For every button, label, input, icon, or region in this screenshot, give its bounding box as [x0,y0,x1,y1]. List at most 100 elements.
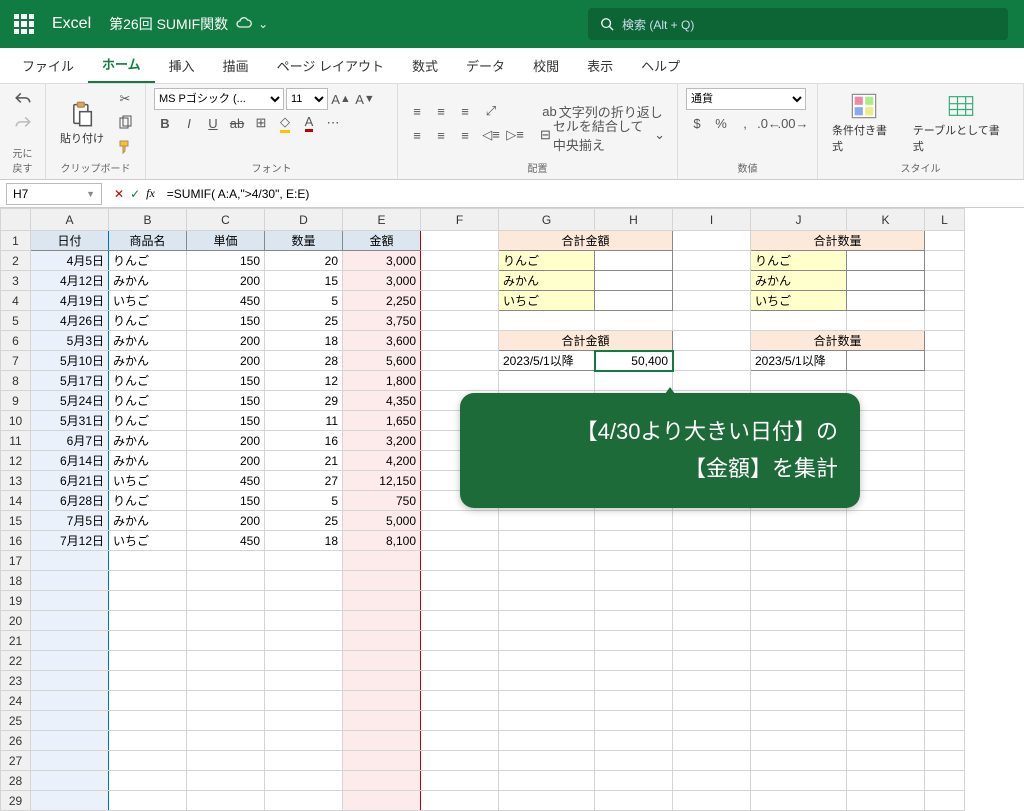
cell[interactable] [109,711,187,731]
cell[interactable]: 450 [187,471,265,491]
cell[interactable]: 150 [187,491,265,511]
document-name[interactable]: 第26回 SUMIF関数 [109,14,228,34]
cell[interactable]: りんご [109,371,187,391]
cell[interactable] [673,251,751,271]
cell[interactable] [751,611,847,631]
cell[interactable] [187,751,265,771]
cell[interactable] [847,611,925,631]
cell[interactable] [847,731,925,751]
cell[interactable]: 750 [343,491,421,511]
paste-button[interactable]: 貼り付け [54,96,110,150]
cell[interactable] [109,651,187,671]
tab-描画[interactable]: 描画 [209,48,263,83]
spreadsheet-grid[interactable]: ABCDEFGHIJKL1日付商品名単価数量金額合計金額合計数量24月5日りんご… [0,208,1024,811]
cell[interactable] [595,771,673,791]
format-as-table-button[interactable]: テーブルとして書式 [907,88,1015,158]
align-left-button[interactable]: ≡ [406,124,428,146]
cell[interactable]: 200 [187,331,265,351]
cell[interactable] [109,571,187,591]
tab-ページ レイアウト[interactable]: ページ レイアウト [263,48,398,83]
tab-校閲[interactable]: 校閲 [519,48,573,83]
row-header-6[interactable]: 6 [1,331,31,351]
cell[interactable] [847,751,925,771]
decrease-decimal-button[interactable]: .00→ [782,112,804,134]
cell[interactable] [421,231,499,251]
cell[interactable] [673,691,751,711]
cell[interactable]: 29 [265,391,343,411]
cell[interactable] [421,291,499,311]
cancel-formula-button[interactable]: ✕ [114,187,124,201]
cell[interactable]: りんご [751,251,847,271]
cell[interactable] [265,591,343,611]
cell[interactable] [595,271,673,291]
cell[interactable]: 5 [265,291,343,311]
strikethrough-button[interactable]: ab [226,112,248,134]
active-cell[interactable]: 50,400 [595,351,673,371]
cell[interactable] [595,751,673,771]
row-header-2[interactable]: 2 [1,251,31,271]
cell[interactable] [751,791,847,811]
cell[interactable] [847,271,925,291]
align-middle-button[interactable]: ≡ [430,100,452,122]
cell[interactable] [499,691,595,711]
cell[interactable] [847,571,925,591]
cell[interactable]: みかん [109,271,187,291]
cell[interactable]: 5月3日 [31,331,109,351]
row-header-23[interactable]: 23 [1,671,31,691]
cell[interactable]: 6月28日 [31,491,109,511]
row-header-26[interactable]: 26 [1,731,31,751]
name-box[interactable]: H7▼ [6,183,102,205]
cell[interactable] [925,791,965,811]
row-header-25[interactable]: 25 [1,711,31,731]
cell[interactable] [673,731,751,751]
cell[interactable] [595,571,673,591]
currency-button[interactable]: $ [686,112,708,134]
column-header-J[interactable]: J [751,209,847,231]
cell[interactable] [31,631,109,651]
cell[interactable] [595,251,673,271]
cell[interactable]: 8,100 [343,531,421,551]
cell[interactable] [187,731,265,751]
cell[interactable] [751,671,847,691]
cell[interactable] [187,631,265,651]
cell[interactable] [751,751,847,771]
cell[interactable] [751,571,847,591]
cell[interactable]: 2,250 [343,291,421,311]
cell[interactable] [847,511,925,531]
cell[interactable] [595,671,673,691]
cell[interactable]: 4月19日 [31,291,109,311]
cell[interactable] [925,331,965,351]
cell[interactable] [847,671,925,691]
row-header-20[interactable]: 20 [1,611,31,631]
cell[interactable]: 150 [187,251,265,271]
cell[interactable]: みかん [109,511,187,531]
cell[interactable] [673,311,751,331]
cell[interactable]: 3,000 [343,251,421,271]
cell[interactable]: 5月17日 [31,371,109,391]
cell[interactable] [925,651,965,671]
cell[interactable] [421,791,499,811]
cell[interactable]: 3,750 [343,311,421,331]
formula-input[interactable]: =SUMIF( A:A,">4/30", E:E) [161,187,1024,201]
row-header-4[interactable]: 4 [1,291,31,311]
tab-ヘルプ[interactable]: ヘルプ [627,48,694,83]
cell[interactable]: 16 [265,431,343,451]
cell[interactable] [847,251,925,271]
cell[interactable] [847,711,925,731]
cell[interactable] [673,551,751,571]
cell[interactable] [751,651,847,671]
cell[interactable] [343,751,421,771]
decrease-indent-button[interactable]: ◁≡ [480,124,502,146]
format-painter-button[interactable] [114,136,136,158]
decrease-font-button[interactable]: A▼ [354,88,376,110]
cell[interactable] [499,711,595,731]
cell[interactable]: 1,800 [343,371,421,391]
orientation-button[interactable]: ⤢ [480,100,502,122]
border-button[interactable]: ⊞ [250,112,272,134]
cell[interactable]: みかん [109,351,187,371]
cell[interactable]: 2023/5/1以降 [751,351,847,371]
cell[interactable]: 15 [265,271,343,291]
cell[interactable]: 合計金額 [499,331,673,351]
cell[interactable] [925,671,965,691]
chevron-down-icon[interactable]: ▼ [86,189,95,199]
